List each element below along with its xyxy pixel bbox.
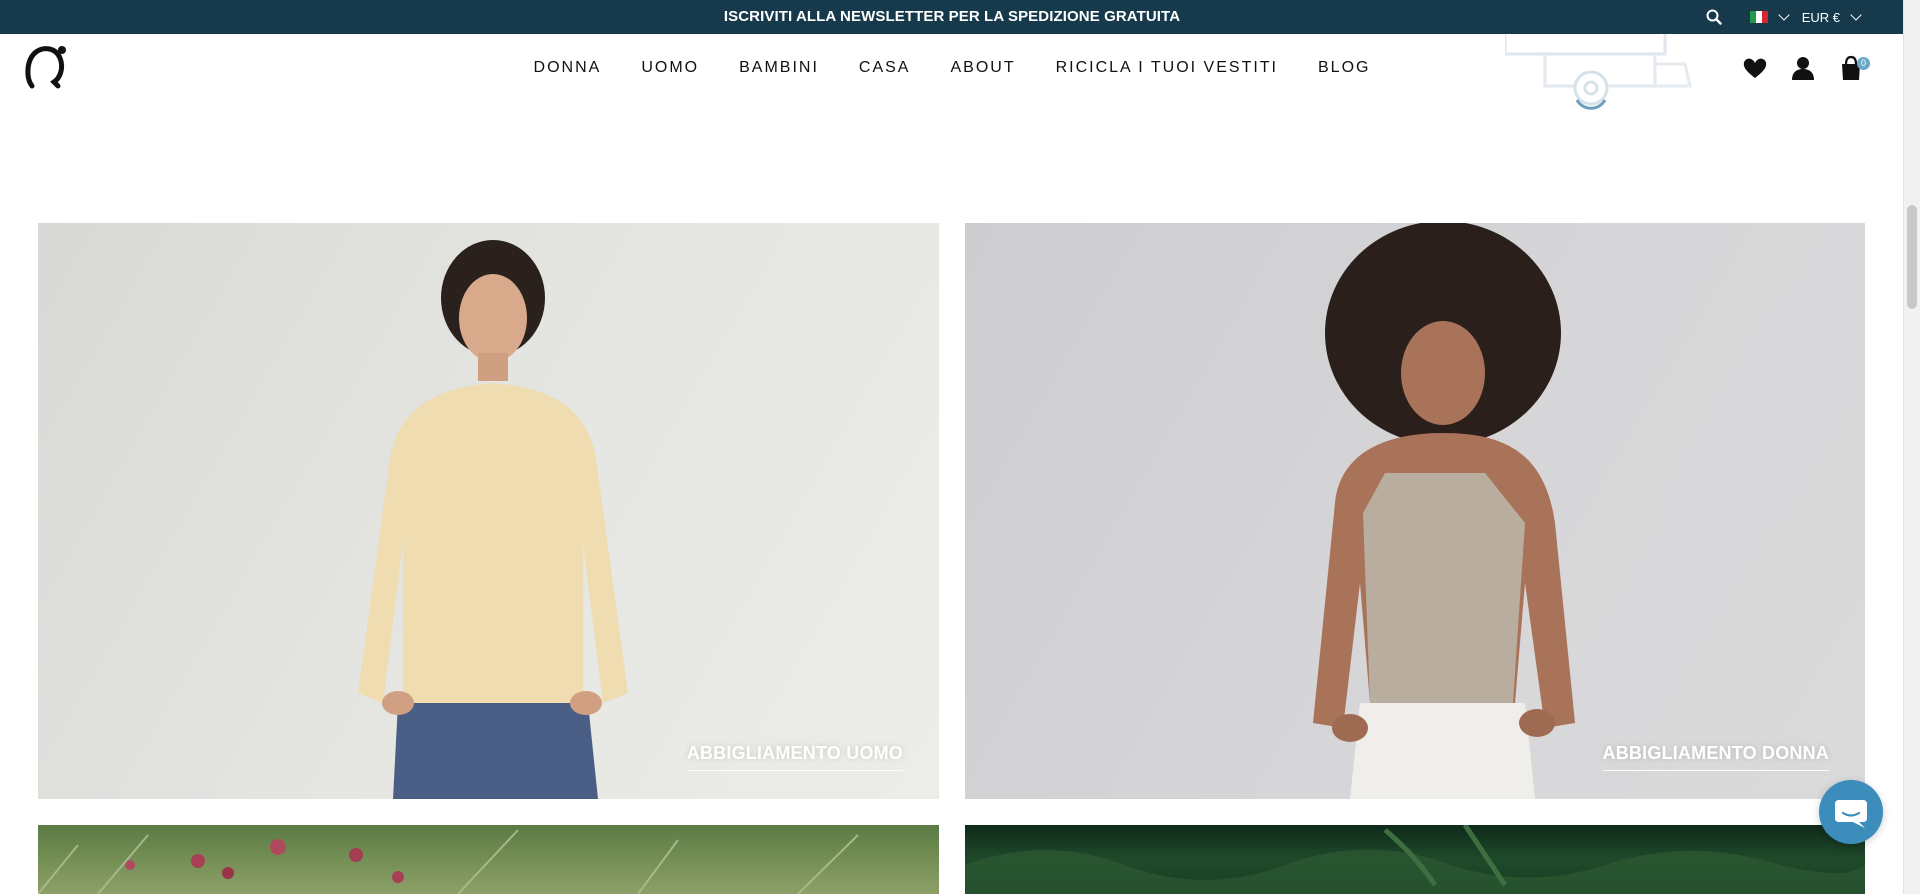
men-category-link[interactable]: ABBIGLIAMENTO UOMO (686, 743, 903, 771)
scrollbar-thumb[interactable] (1907, 205, 1917, 309)
nav-bambini[interactable]: BAMBINI (739, 59, 819, 77)
nav-about[interactable]: ABOUT (950, 59, 1015, 77)
wishlist-heart-icon[interactable] (1742, 55, 1768, 81)
nav-ricicla[interactable]: RICICLA I TUOI VESTITI (1056, 59, 1278, 77)
search-icon[interactable] (1706, 9, 1722, 25)
chat-bubble-icon (1835, 800, 1867, 828)
category-tile-men[interactable]: ABBIGLIAMENTO UOMO (38, 223, 939, 799)
currency-selector[interactable]: EUR € (1802, 10, 1840, 25)
site-header: DONNA UOMO BAMBINI CASA ABOUT RICICLA I … (0, 34, 1904, 110)
women-model-photo (1313, 223, 1575, 799)
italy-flag-icon[interactable] (1749, 11, 1768, 23)
currency-chevron-down-icon[interactable] (1850, 9, 1862, 21)
nav-casa[interactable]: CASA (859, 59, 911, 77)
cart-button[interactable]: 0 (1838, 55, 1870, 81)
category-tile-nature-field[interactable] (38, 825, 939, 894)
cart-count-badge: 0 (1857, 57, 1870, 70)
forest-photo (965, 825, 1865, 894)
chat-button[interactable] (1819, 780, 1883, 844)
nav-blog[interactable]: BLOG (1318, 59, 1370, 77)
category-tile-women[interactable]: ABBIGLIAMENTO DONNA (965, 223, 1865, 799)
account-user-icon[interactable] (1790, 55, 1816, 81)
locale-tools: EUR € (1706, 0, 1864, 34)
language-chevron-down-icon[interactable] (1778, 9, 1790, 21)
announcement-bar: ISCRIVITI ALLA NEWSLETTER PER LA SPEDIZI… (0, 0, 1904, 34)
men-model-photo (358, 240, 628, 799)
header-icons: 0 (1742, 34, 1870, 102)
newsletter-promo-link[interactable]: ISCRIVITI ALLA NEWSLETTER PER LA SPEDIZI… (0, 0, 1904, 34)
flower-field-photo (38, 829, 859, 894)
category-tile-forest[interactable] (965, 825, 1865, 894)
women-category-link[interactable]: ABBIGLIAMENTO DONNA (1602, 743, 1829, 771)
nav-uomo[interactable]: UOMO (641, 59, 699, 77)
page-scrollbar[interactable] (1903, 0, 1920, 894)
delivery-truck-icon (1505, 34, 1692, 110)
nav-donna[interactable]: DONNA (534, 59, 602, 77)
